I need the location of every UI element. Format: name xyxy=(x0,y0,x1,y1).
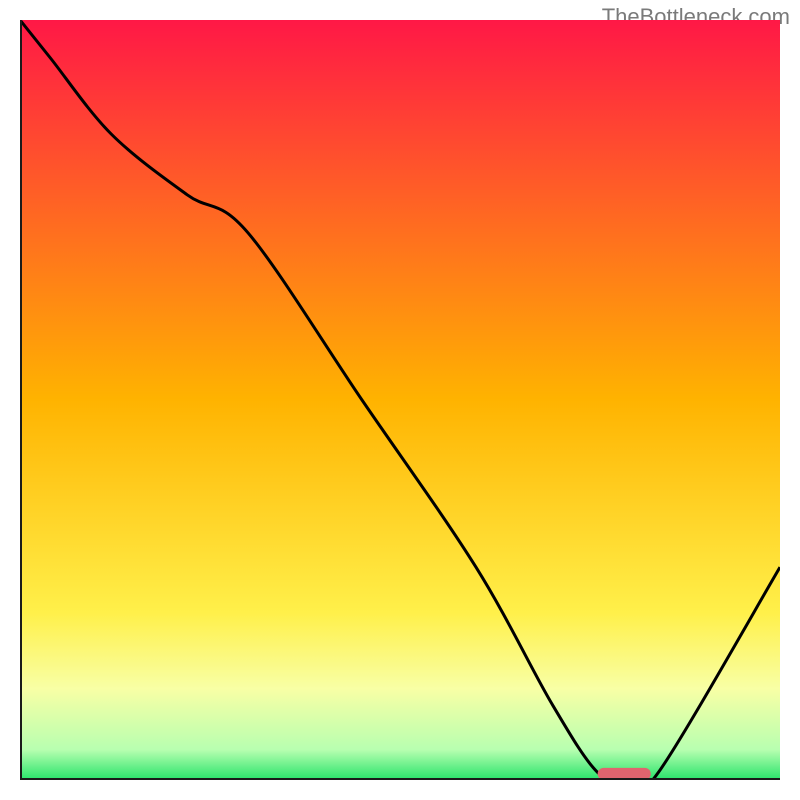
chart-gradient-bg xyxy=(20,20,780,780)
chart-plot-area xyxy=(20,20,780,780)
chart-svg xyxy=(20,20,780,780)
chart-container: TheBottleneck.com xyxy=(0,0,800,800)
